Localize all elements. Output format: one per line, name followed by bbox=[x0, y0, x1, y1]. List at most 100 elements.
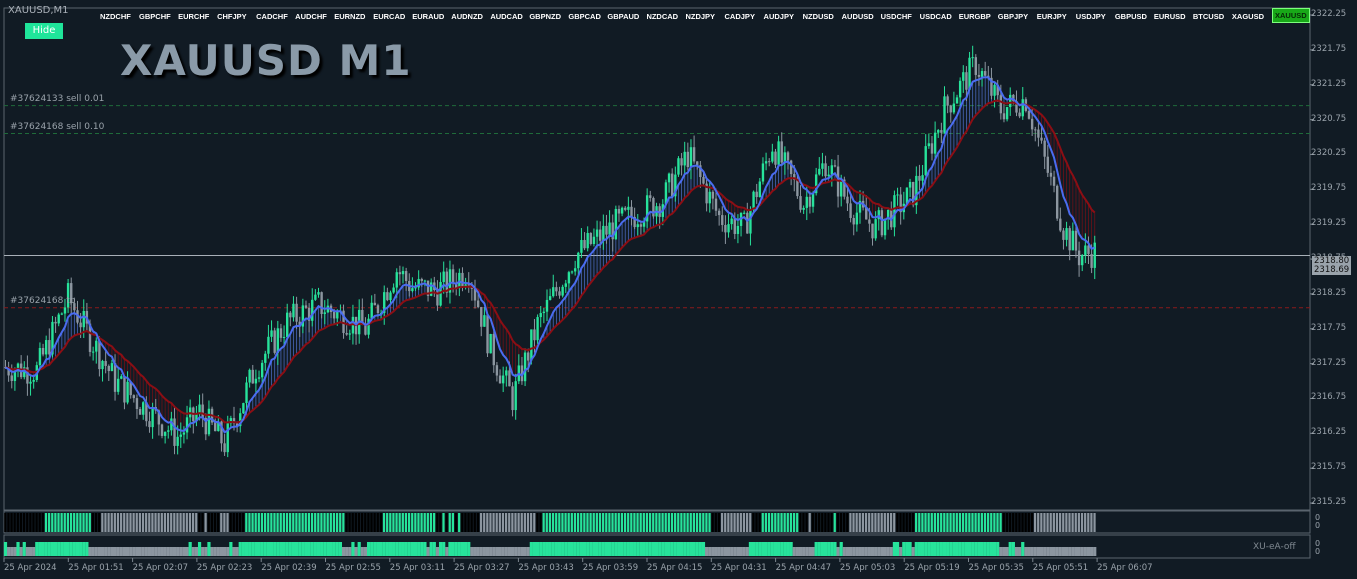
symbol-button-eurchf[interactable]: EURCHF bbox=[178, 12, 209, 21]
candle-body bbox=[1046, 156, 1049, 173]
indicator1-bar bbox=[777, 513, 780, 532]
indicator1-bar bbox=[661, 513, 664, 532]
candle-body bbox=[977, 74, 981, 77]
indicator1-bar bbox=[933, 513, 937, 532]
indicator2-bar bbox=[354, 547, 358, 556]
indicator2-bar bbox=[100, 547, 105, 556]
chart-canvas[interactable] bbox=[0, 0, 1357, 579]
indicator2-bar bbox=[154, 547, 158, 556]
candle-body bbox=[871, 223, 874, 239]
indicator1-bar bbox=[720, 513, 724, 532]
indicator2-bar bbox=[248, 542, 252, 556]
indicator1-bar bbox=[968, 513, 971, 532]
candle-body bbox=[649, 195, 652, 198]
symbol-button-nzdusd[interactable]: NZDUSD bbox=[803, 12, 834, 21]
symbol-button-gbpaud[interactable]: GBPAUD bbox=[607, 12, 639, 21]
symbol-button-eurjpy[interactable]: EURJPY bbox=[1037, 12, 1067, 21]
indicator2-bar bbox=[294, 542, 299, 556]
symbol-button-audnzd[interactable]: AUDNZD bbox=[451, 12, 483, 21]
symbol-button-eurnzd[interactable]: EURNZD bbox=[334, 12, 365, 21]
candle-body bbox=[1034, 129, 1037, 131]
candle-body bbox=[304, 305, 308, 308]
symbol-button-gbpnzd[interactable]: GBPNZD bbox=[529, 12, 561, 21]
indicator1-bar bbox=[276, 513, 279, 532]
symbol-button-cadjpy[interactable]: CADJPY bbox=[725, 12, 755, 21]
candle-body bbox=[558, 291, 561, 296]
symbol-button-nzdcad[interactable]: NZDCAD bbox=[646, 12, 678, 21]
indicator1-bar bbox=[66, 513, 69, 532]
indicator1-bar bbox=[235, 513, 239, 532]
indicator1-bar bbox=[573, 513, 577, 532]
indicator2-bar bbox=[44, 542, 48, 556]
time-axis-label: 25 Apr 05:03 bbox=[839, 563, 896, 573]
symbol-button-chfjpy[interactable]: CHFJPY bbox=[217, 12, 247, 21]
symbol-button-gbpcad[interactable]: GBPCAD bbox=[568, 12, 601, 21]
indicator1-bar bbox=[852, 513, 855, 532]
indicator1-bar bbox=[802, 513, 805, 532]
symbol-button-eurcad[interactable]: EURCAD bbox=[373, 12, 405, 21]
indicator1-bar bbox=[633, 513, 636, 532]
symbol-button-euraud[interactable]: EURAUD bbox=[412, 12, 444, 21]
hide-button[interactable]: Hide bbox=[25, 23, 63, 39]
indicator1-bar bbox=[260, 513, 264, 532]
order-label[interactable]: #37624168 tp bbox=[10, 296, 75, 306]
candle-body bbox=[1002, 113, 1006, 120]
symbol-button-nzdjpy[interactable]: NZDJPY bbox=[685, 12, 715, 21]
symbol-button-gbpchf[interactable]: GBPCHF bbox=[139, 12, 171, 21]
time-axis-label: 25 Apr 04:31 bbox=[711, 563, 767, 573]
candle-body bbox=[1065, 228, 1068, 240]
indicator2-bar bbox=[989, 542, 994, 556]
candle-body bbox=[257, 377, 261, 379]
candle-body bbox=[811, 193, 815, 207]
symbol-button-gbpjpy[interactable]: GBPJPY bbox=[998, 12, 1028, 21]
indicator2-bar bbox=[63, 542, 67, 556]
symbol-button-audchf[interactable]: AUDCHF bbox=[295, 12, 327, 21]
indicator1-bar bbox=[677, 513, 680, 532]
candle-body bbox=[311, 299, 314, 321]
indicator2-bar bbox=[298, 542, 302, 556]
indicator2-bar bbox=[116, 547, 120, 556]
indicator2-bar bbox=[927, 542, 931, 556]
symbol-button-audjpy[interactable]: AUDJPY bbox=[764, 12, 794, 21]
order-label[interactable]: #37624168 sell 0.10 bbox=[10, 122, 104, 132]
indicator1-bar bbox=[467, 513, 470, 532]
candle-body bbox=[10, 375, 13, 381]
candle-body bbox=[670, 173, 674, 197]
indicator1-bar bbox=[192, 513, 195, 532]
candle-body bbox=[893, 195, 896, 228]
indicator2-bar bbox=[1030, 547, 1034, 556]
candle-body bbox=[708, 191, 711, 204]
symbol-button-cadchf[interactable]: CADCHF bbox=[256, 12, 288, 21]
symbol-button-usdjpy[interactable]: USDJPY bbox=[1076, 12, 1106, 21]
indicator1-bar bbox=[454, 513, 458, 532]
symbol-button-audcad[interactable]: AUDCAD bbox=[490, 12, 523, 21]
order-label[interactable]: #37624133 sell 0.01 bbox=[10, 94, 104, 104]
candle-body bbox=[639, 224, 643, 227]
indicator2-bar bbox=[924, 542, 928, 556]
indicator1-bar bbox=[226, 513, 229, 532]
candle-body bbox=[827, 174, 830, 177]
symbol-button-gbpusd[interactable]: GBPUSD bbox=[1115, 12, 1147, 21]
indicator1-bar bbox=[830, 513, 833, 532]
candle-body bbox=[1043, 140, 1046, 157]
indicator2-bar bbox=[532, 542, 537, 556]
symbol-button-btcusd[interactable]: BTCUSD bbox=[1193, 12, 1224, 21]
symbol-button-nzdchf[interactable]: NZDCHF bbox=[100, 12, 131, 21]
symbol-button-usdcad[interactable]: USDCAD bbox=[920, 12, 952, 21]
symbol-button-xagusd[interactable]: XAGUSD bbox=[1232, 12, 1264, 21]
indicator2-bar bbox=[263, 542, 267, 556]
indicator1-bar bbox=[483, 513, 486, 532]
candle-body bbox=[501, 375, 505, 384]
candle-body bbox=[821, 163, 824, 169]
candle-body bbox=[101, 360, 104, 370]
symbol-button-audusd[interactable]: AUDUSD bbox=[842, 12, 874, 21]
symbol-button-usdchf[interactable]: USDCHF bbox=[881, 12, 912, 21]
candle-body bbox=[395, 272, 398, 288]
indicator1-bar bbox=[386, 513, 389, 532]
candle-body bbox=[924, 146, 927, 176]
symbol-button-xauusd[interactable]: XAUUSD bbox=[1272, 8, 1310, 23]
symbol-button-eurgbp[interactable]: EURGBP bbox=[959, 12, 991, 21]
symbol-button-eurusd[interactable]: EURUSD bbox=[1154, 12, 1186, 21]
indicator1-bar bbox=[918, 513, 921, 532]
indicator1-bar bbox=[123, 513, 126, 532]
